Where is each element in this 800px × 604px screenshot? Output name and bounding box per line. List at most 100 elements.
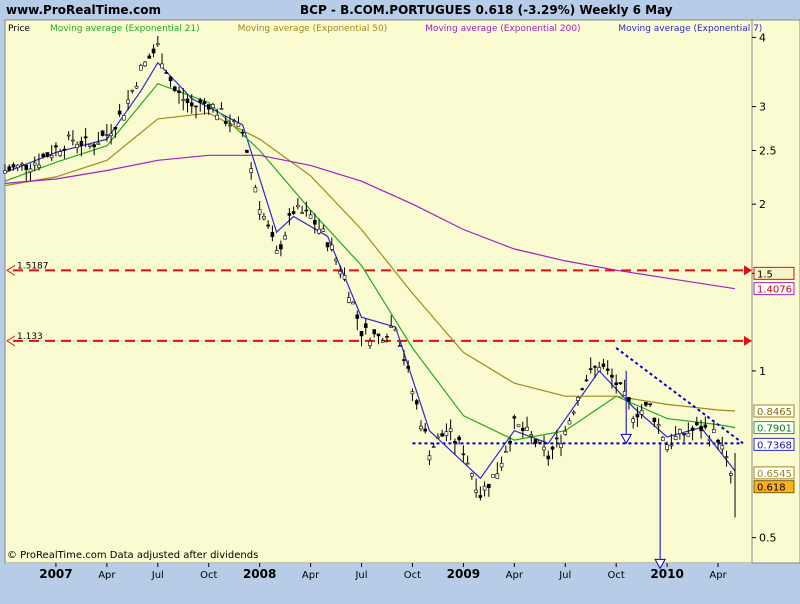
price-candle bbox=[45, 152, 50, 157]
footer-note: © ProRealTime.com Data adjusted after di… bbox=[7, 550, 258, 561]
price-candle bbox=[143, 61, 147, 67]
price-candle bbox=[41, 153, 45, 157]
price-candle bbox=[508, 440, 512, 444]
price-candle bbox=[601, 363, 606, 367]
price-candle bbox=[593, 366, 597, 368]
price-candle bbox=[3, 170, 7, 174]
price-candle bbox=[113, 126, 118, 130]
price-candle bbox=[92, 144, 96, 148]
price-candle bbox=[368, 340, 372, 346]
price-candle bbox=[610, 374, 614, 378]
price-candle bbox=[554, 437, 559, 440]
price-candle bbox=[257, 209, 262, 215]
price-candle bbox=[406, 365, 411, 369]
price-candle bbox=[172, 86, 177, 91]
x-tick-label: Jul bbox=[354, 570, 367, 581]
price-candle bbox=[117, 110, 122, 115]
price-candle bbox=[648, 403, 652, 406]
price-candle bbox=[588, 368, 593, 370]
price-candle bbox=[402, 359, 406, 361]
price-candle bbox=[75, 143, 79, 149]
price-candle bbox=[580, 388, 585, 390]
price-candle bbox=[712, 429, 716, 434]
value-badge-label: 1.5 bbox=[757, 269, 773, 280]
price-candle bbox=[270, 232, 275, 237]
x-tick-label: Oct bbox=[404, 570, 421, 581]
price-candle bbox=[168, 76, 173, 82]
price-candle bbox=[627, 397, 631, 402]
y-tick-label: 0.5 bbox=[759, 532, 777, 545]
price-candle bbox=[62, 148, 67, 151]
y-tick-label: 1 bbox=[759, 365, 766, 378]
price-candle bbox=[342, 275, 347, 280]
price-candle bbox=[126, 99, 130, 104]
price-candle bbox=[164, 72, 169, 74]
price-candle bbox=[389, 325, 394, 328]
price-candle bbox=[652, 417, 657, 423]
price-candle bbox=[325, 242, 330, 248]
price-candle bbox=[245, 149, 249, 153]
price-candle bbox=[363, 323, 368, 328]
price-candle bbox=[597, 367, 602, 372]
price-candle bbox=[563, 430, 568, 435]
price-candle bbox=[105, 134, 109, 136]
price-candle bbox=[695, 422, 699, 426]
value-badge-label: 1.4076 bbox=[757, 285, 792, 296]
price-candle bbox=[185, 98, 190, 104]
x-tick-label: Jul bbox=[151, 570, 164, 581]
price-candle bbox=[71, 139, 75, 142]
price-candle bbox=[151, 48, 156, 54]
price-candle bbox=[11, 164, 16, 168]
plot-background bbox=[4, 19, 753, 564]
price-candle bbox=[453, 441, 457, 444]
price-candle bbox=[703, 424, 708, 428]
price-candle bbox=[444, 431, 449, 437]
price-candle bbox=[177, 90, 181, 93]
price-candle bbox=[83, 136, 88, 139]
price-candle bbox=[512, 416, 517, 419]
price-candle bbox=[673, 435, 678, 441]
price-candle bbox=[385, 336, 389, 338]
price-candle bbox=[321, 228, 326, 232]
price-candle bbox=[54, 145, 58, 148]
price-candle bbox=[686, 432, 691, 437]
price-candle bbox=[240, 131, 245, 134]
price-candle bbox=[440, 433, 444, 437]
price-candle bbox=[576, 397, 580, 401]
price-candle bbox=[147, 55, 152, 59]
price-candle bbox=[584, 379, 589, 382]
price-candle bbox=[397, 345, 402, 347]
price-candle bbox=[334, 258, 338, 262]
price-candle bbox=[537, 440, 542, 443]
price-candle bbox=[372, 329, 377, 335]
price-candle bbox=[181, 99, 186, 101]
price-candle bbox=[308, 214, 313, 219]
x-tick-label: Apr bbox=[506, 570, 524, 581]
legend-entry: Moving average (Exponential 50) bbox=[238, 24, 388, 34]
price-candle bbox=[605, 368, 610, 371]
bottom-axis-panel bbox=[5, 563, 752, 596]
price-candle bbox=[423, 428, 427, 432]
price-candle bbox=[542, 446, 546, 451]
price-candle bbox=[478, 495, 483, 498]
price-candle bbox=[130, 89, 135, 92]
price-candle bbox=[448, 428, 453, 432]
price-candle bbox=[330, 244, 334, 250]
price-candle bbox=[232, 120, 236, 123]
price-candle bbox=[461, 453, 466, 456]
price-candle bbox=[274, 250, 279, 254]
price-candle bbox=[393, 328, 398, 332]
price-candle bbox=[465, 462, 470, 465]
price-candle bbox=[635, 413, 640, 418]
price-candle bbox=[253, 187, 258, 193]
price-candle bbox=[724, 456, 729, 459]
price-candle bbox=[206, 104, 211, 110]
price-candle bbox=[66, 134, 71, 137]
price-candle bbox=[189, 102, 194, 107]
price-candle bbox=[313, 219, 317, 225]
price-candle bbox=[7, 166, 12, 171]
price-candle bbox=[487, 483, 491, 488]
price-candle bbox=[639, 410, 644, 415]
price-candle bbox=[720, 445, 725, 450]
price-candle bbox=[96, 142, 101, 145]
